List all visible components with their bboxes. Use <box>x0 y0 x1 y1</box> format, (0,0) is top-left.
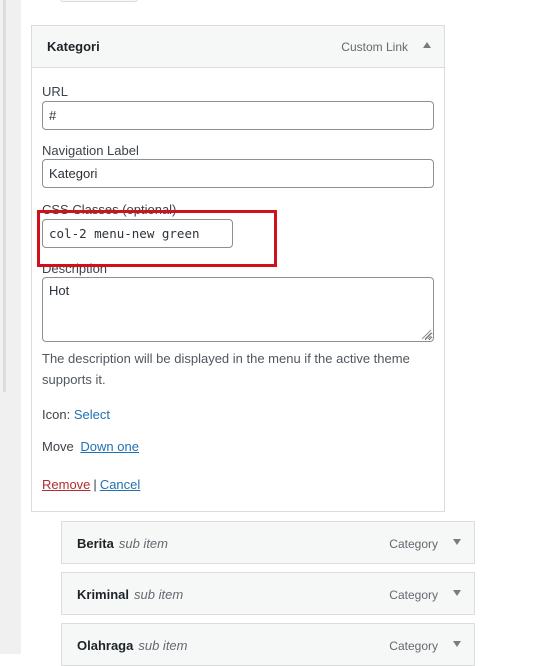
scroll-track <box>3 0 6 392</box>
css-classes-label: CSS Classes (optional) <box>42 202 177 217</box>
sub-item-tag: sub item <box>138 638 188 653</box>
triangle-down-icon[interactable] <box>452 588 462 598</box>
sub-item-berita[interactable]: Berita sub item Category <box>61 521 475 564</box>
sub-item-title: Berita sub item <box>77 536 168 551</box>
description-label: Description <box>42 261 108 276</box>
icon-label: Icon: <box>42 407 71 422</box>
navigation-label-input[interactable] <box>42 159 434 188</box>
description-help-text: The description will be displayed in the… <box>42 351 410 387</box>
sub-item-type: Category <box>389 588 438 602</box>
menu-item-header[interactable]: Kategori Custom Link <box>32 26 444 68</box>
menu-item-type: Custom Link <box>341 40 408 54</box>
menu-item-title: Kategori <box>47 39 100 54</box>
sub-item-type: Category <box>389 537 438 551</box>
menu-item-kategori: Kategori Custom Link URL Navigation Labe… <box>31 25 445 512</box>
item-actions: Remove | Cancel <box>42 477 140 492</box>
triangle-down-icon[interactable] <box>452 537 462 547</box>
sub-item-title: Kriminal sub item <box>77 587 184 602</box>
cancel-link[interactable]: Cancel <box>100 477 140 492</box>
move-label: Move <box>42 439 74 454</box>
url-label: URL <box>42 84 69 99</box>
remove-link[interactable]: Remove <box>42 477 90 492</box>
icon-select-link[interactable]: Select <box>74 407 110 422</box>
triangle-up-icon[interactable] <box>422 40 432 50</box>
admin-left-strip <box>0 0 21 654</box>
description-textarea[interactable]: Hot <box>42 277 434 342</box>
triangle-down-icon[interactable] <box>452 639 462 649</box>
navigation-label-label: Navigation Label <box>42 143 139 158</box>
actions-separator: | <box>93 477 97 492</box>
previous-item-edge <box>60 0 138 2</box>
sub-item-tag: sub item <box>134 587 184 602</box>
css-classes-input[interactable] <box>42 219 233 248</box>
move-row: Move Down one <box>42 439 139 454</box>
move-down-one-link[interactable]: Down one <box>80 439 139 454</box>
sub-item-kriminal[interactable]: Kriminal sub item Category <box>61 572 475 615</box>
url-input[interactable] <box>42 101 434 130</box>
sub-item-tag: sub item <box>118 536 168 551</box>
sub-item-type: Category <box>389 639 438 653</box>
resize-grip-icon[interactable] <box>421 329 432 340</box>
sub-item-olahraga[interactable]: Olahraga sub item Category <box>61 623 475 666</box>
sub-item-title: Olahraga sub item <box>77 638 188 653</box>
icon-row: Icon: Select <box>42 407 110 422</box>
